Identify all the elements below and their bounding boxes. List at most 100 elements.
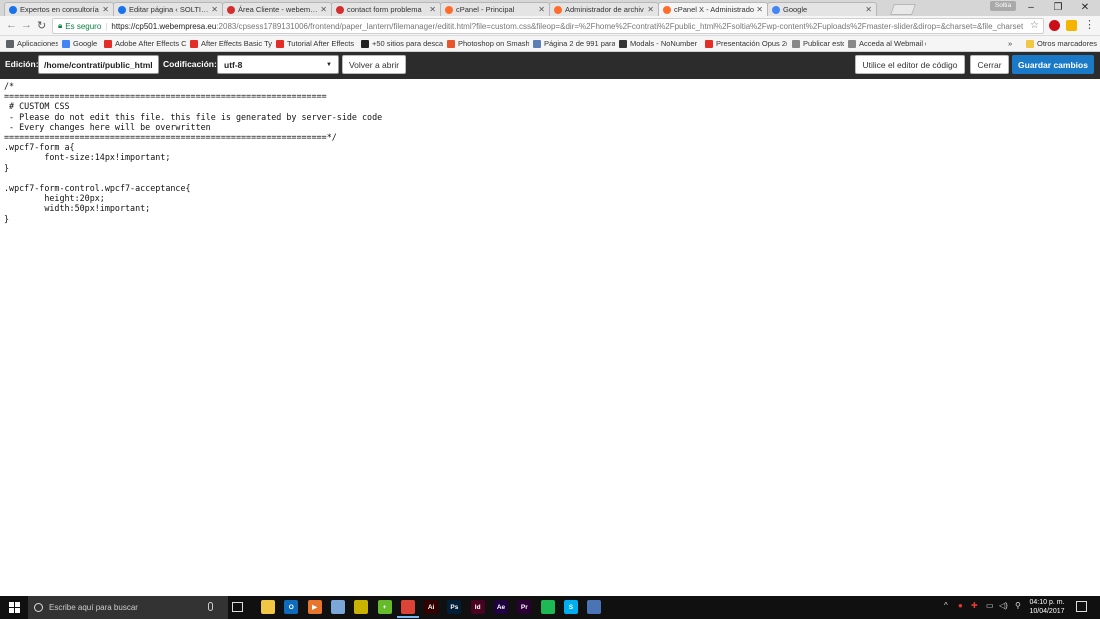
app-gold-icon[interactable] (354, 600, 369, 614)
app-blue-icon[interactable] (587, 600, 602, 614)
tab-strip: Expertos en consultoría ✕ Editar página ‹ … (0, 0, 1100, 16)
file-path-field[interactable]: /home/contrati/public_html (38, 55, 159, 74)
bookmark-favicon-icon (619, 39, 627, 48)
browser-tab[interactable]: contact form problema ✕ (331, 2, 441, 16)
bookmark-favicon-icon (848, 39, 856, 48)
tab-favicon-icon (445, 5, 453, 14)
outlook-icon[interactable]: O (284, 600, 299, 614)
tray-app-icon[interactable]: ✚ (971, 601, 978, 610)
lock-icon: 🔒︎ (58, 21, 63, 30)
microphone-icon[interactable] (208, 602, 213, 611)
browser-tab[interactable]: Área Cliente - webempre ✕ (222, 2, 332, 16)
bookmark-item[interactable]: Modals - NoNumber (619, 39, 697, 48)
spotify-icon[interactable] (540, 600, 555, 614)
bookmark-favicon-icon (447, 39, 455, 48)
bookmarks-overflow-icon[interactable]: » (1008, 39, 1012, 48)
windows-start-icon[interactable] (9, 602, 20, 613)
search-icon (34, 603, 43, 612)
tray-chevron-icon[interactable]: ^ (944, 601, 948, 610)
clock-time: 04:10 p. m. (1029, 599, 1065, 606)
maximize-icon[interactable]: ❐ (1047, 2, 1069, 13)
bookmark-star-icon[interactable]: ☆ (1030, 20, 1039, 31)
minimize-icon[interactable]: – (1020, 2, 1042, 13)
bookmark-label: Publicar esto (803, 39, 844, 48)
tab-close-icon[interactable]: ✕ (865, 5, 872, 14)
encoding-label: Codificación: (163, 59, 217, 69)
volume-icon[interactable]: ◁) (999, 601, 1008, 610)
bookmark-item[interactable]: Tutorial After Effects (276, 39, 354, 48)
media-player-icon[interactable]: ▶ (307, 600, 322, 614)
tab-close-icon[interactable]: ✕ (320, 5, 327, 14)
skype-icon[interactable]: S (563, 600, 578, 614)
tab-close-icon[interactable]: ✕ (538, 5, 545, 14)
bookmark-item[interactable]: Photoshop on Smash (447, 39, 529, 48)
url-field[interactable]: 🔒︎ Es seguro | https://cp501.webempresa.… (52, 18, 1044, 34)
bookmark-item[interactable]: Aplicaciones (6, 39, 58, 48)
bookmark-label: Adobe After Effects C (115, 39, 186, 48)
bookmark-favicon-icon (533, 39, 541, 48)
bookmark-favicon-icon (6, 39, 14, 48)
tab-label: Google (783, 5, 808, 14)
paint-icon[interactable] (330, 600, 345, 614)
opera-extension-icon[interactable] (1049, 20, 1060, 31)
tab-close-icon[interactable]: ✕ (211, 5, 218, 14)
browser-tab[interactable]: cPanel - Principal ✕ (440, 2, 550, 16)
bookmark-item[interactable]: Página 2 de 991 para (533, 39, 615, 48)
indesign-icon[interactable]: Id (470, 600, 485, 614)
bookmark-favicon-icon (276, 39, 284, 48)
other-bookmarks-folder[interactable]: Otros marcadores (1026, 39, 1097, 48)
bookmark-item[interactable]: Acceda al Webmail de (848, 39, 926, 48)
browser-tab[interactable]: Google ✕ (767, 2, 877, 16)
bookmark-item[interactable]: Adobe After Effects C (104, 39, 186, 48)
bookmark-favicon-icon (190, 39, 198, 48)
app-green-icon[interactable]: + (377, 600, 392, 614)
network-icon[interactable]: ▭ (986, 601, 994, 610)
bookmark-item[interactable]: Presentación Opus 2( (705, 39, 787, 48)
illustrator-icon[interactable]: Ai (424, 600, 439, 614)
url-path: :2083/cpsess1789131006/frontend/paper_la… (216, 21, 1024, 31)
photoshop-icon[interactable]: Ps (447, 600, 462, 614)
bookmark-label: Página 2 de 991 para (544, 39, 615, 48)
taskbar-clock[interactable]: 04:10 p. m. 10/04/2017 (1026, 598, 1068, 616)
back-arrow-icon[interactable]: ← (6, 19, 17, 31)
tab-close-icon[interactable]: ✕ (756, 5, 763, 14)
chrome-icon[interactable] (396, 600, 419, 618)
keyboard-icon[interactable]: ⚲ (1015, 601, 1021, 610)
code-editor-button[interactable]: Utilice el editor de código (855, 55, 965, 74)
file-explorer-icon[interactable] (261, 600, 275, 614)
reopen-button[interactable]: Volver a abrir (342, 55, 406, 74)
tab-close-icon[interactable]: ✕ (647, 5, 654, 14)
encoding-select[interactable]: utf-8 ▼ (217, 55, 339, 74)
browser-tab[interactable]: Administrador de archiv ✕ (549, 2, 659, 16)
bookmark-favicon-icon (361, 39, 369, 48)
notes-extension-icon[interactable] (1066, 20, 1077, 31)
tab-close-icon[interactable]: ✕ (102, 5, 109, 14)
taskbar-search-box[interactable]: Escribe aquí para buscar (28, 596, 228, 619)
browser-tab[interactable]: Expertos en consultoría ✕ (4, 2, 114, 16)
browser-tab[interactable]: Editar página ‹ SOLTIA — ✕ (113, 2, 223, 16)
forward-arrow-icon[interactable]: → (21, 19, 32, 31)
bookmark-item[interactable]: Publicar esto (792, 39, 844, 48)
browser-menu-icon[interactable]: ⋮ (1084, 18, 1095, 31)
bookmark-favicon-icon (104, 39, 112, 48)
premiere-icon[interactable]: Pr (517, 600, 532, 614)
after-effects-icon[interactable]: Ae (494, 600, 508, 614)
profile-badge[interactable]: Soltia (990, 1, 1016, 11)
bookmark-label: After Effects Basic Typ (201, 39, 272, 48)
new-tab-button[interactable] (889, 4, 917, 15)
task-view-icon[interactable] (232, 602, 243, 612)
reload-icon[interactable]: ↻ (37, 19, 46, 32)
browser-tab[interactable]: cPanel X - Administrado ✕ (658, 2, 768, 16)
save-changes-button[interactable]: Guardar cambios (1012, 55, 1094, 74)
bookmark-label: Google (73, 39, 98, 48)
tab-close-icon[interactable]: ✕ (429, 5, 436, 14)
close-window-icon[interactable]: ✕ (1074, 2, 1096, 13)
tray-record-icon[interactable]: ● (958, 601, 963, 610)
code-editor-textarea[interactable]: /* =====================================… (4, 81, 1094, 593)
close-button[interactable]: Cerrar (970, 55, 1009, 74)
bookmark-item[interactable]: +50 sitios para desca (361, 39, 443, 48)
bookmark-item[interactable]: After Effects Basic Typ (190, 39, 272, 48)
folder-icon (1026, 39, 1034, 48)
bookmark-item[interactable]: Google (62, 39, 97, 48)
action-center-icon[interactable] (1076, 601, 1087, 612)
